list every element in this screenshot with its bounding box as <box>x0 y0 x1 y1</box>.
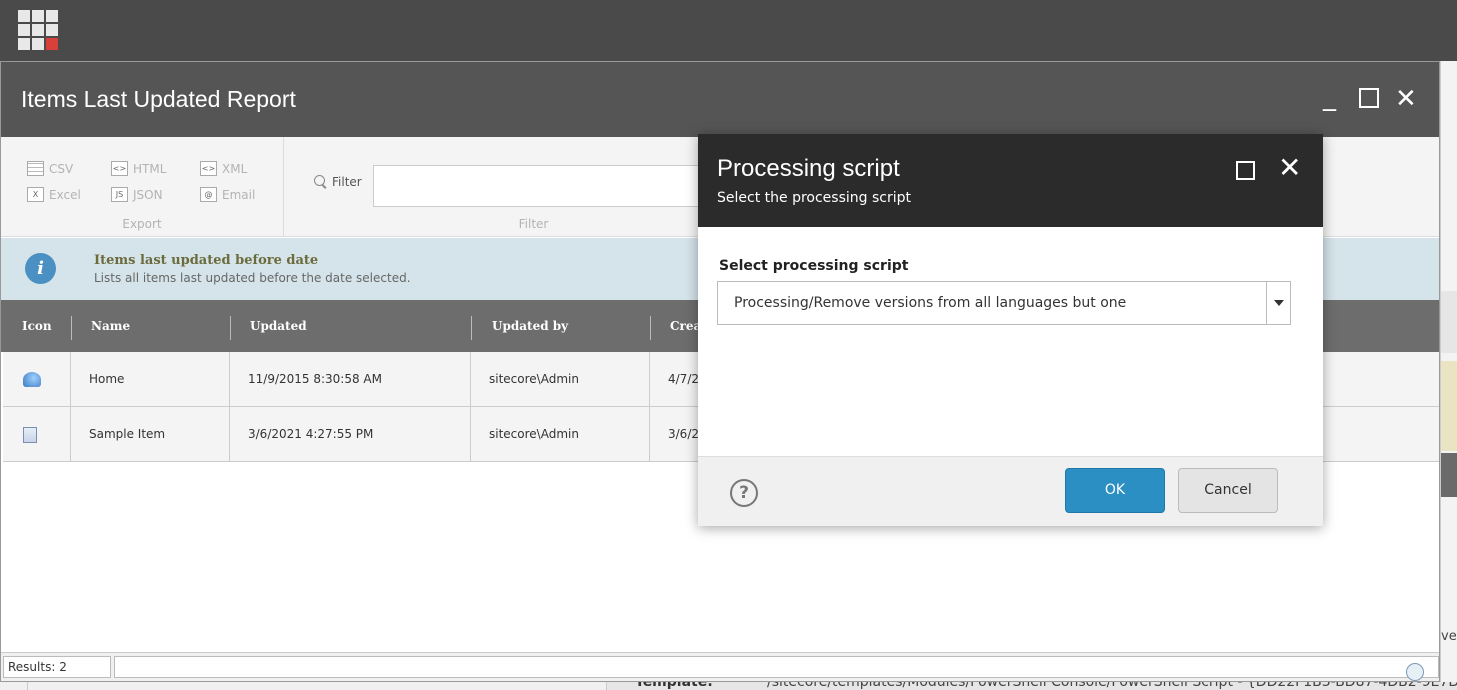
column-header-created[interactable]: Crea <box>670 300 701 352</box>
search-icon <box>314 175 328 189</box>
cell-updated: 11/9/2015 8:30:58 AM <box>230 352 471 407</box>
export-email-button[interactable]: @ Email <box>200 187 255 202</box>
json-icon: JS <box>111 187 128 202</box>
maximize-icon[interactable] <box>1236 161 1255 180</box>
dialog-title: Processing script <box>717 155 900 182</box>
help-icon[interactable]: ? <box>730 479 758 507</box>
select-script-label: Select processing script <box>719 258 909 274</box>
cell-name: Home <box>71 352 230 407</box>
dialog-subtitle: Select the processing script <box>717 190 911 206</box>
export-excel-button[interactable]: X Excel <box>27 187 81 202</box>
report-title: Items Last Updated Report <box>21 86 296 112</box>
processing-script-select[interactable]: Processing/Remove versions from all lang… <box>717 281 1291 325</box>
excel-icon: X <box>27 187 44 202</box>
cell-name: Sample Item <box>71 407 230 462</box>
background-panel-bottom <box>0 682 606 690</box>
export-group-label: Export <box>122 217 162 231</box>
xml-icon: <> <box>200 161 217 176</box>
maximize-icon[interactable] <box>1359 88 1379 108</box>
dialog-header: Processing script Select the processing … <box>698 134 1323 227</box>
top-bar <box>0 0 1457 61</box>
cell-updated-by: sitecore\Admin <box>471 407 650 462</box>
export-csv-button[interactable]: CSV <box>27 161 73 176</box>
html-icon: <> <box>111 161 128 176</box>
cell-updated-by: sitecore\Admin <box>471 352 650 407</box>
column-header-updated[interactable]: Updated <box>250 300 307 352</box>
info-title: Items last updated before date <box>94 253 319 268</box>
report-titlebar: Items Last Updated Report _ ✕ <box>1 62 1439 137</box>
document-icon <box>23 427 37 443</box>
minimize-icon[interactable]: _ <box>1323 84 1336 110</box>
resize-grip-icon[interactable] <box>1406 663 1424 681</box>
export-html-button[interactable]: <> HTML <box>111 161 166 176</box>
export-xml-button[interactable]: <> XML <box>200 161 247 176</box>
info-icon: i <box>25 253 56 284</box>
export-json-button[interactable]: JS JSON <box>111 187 163 202</box>
csv-icon <box>27 161 44 176</box>
close-icon[interactable]: ✕ <box>1278 154 1301 182</box>
select-dropdown-toggle[interactable] <box>1266 282 1290 324</box>
column-header-updated-by[interactable]: Updated by <box>492 300 568 352</box>
dialog-footer: ? OK Cancel <box>698 456 1323 526</box>
column-header-icon[interactable]: Icon <box>22 300 52 352</box>
background-text: ve <box>1441 629 1457 644</box>
column-header-name[interactable]: Name <box>91 300 130 352</box>
template-label: Template: <box>635 682 713 690</box>
processing-script-dialog: Processing script Select the processing … <box>698 134 1323 526</box>
app-grid-icon[interactable] <box>18 10 59 50</box>
close-icon[interactable]: ✕ <box>1395 86 1417 112</box>
ok-button[interactable]: OK <box>1065 468 1165 513</box>
export-group: CSV <> HTML <> XML X Excel JS JSON @ Ema… <box>1 137 284 237</box>
status-field <box>114 656 1439 681</box>
chevron-down-icon <box>1274 300 1284 306</box>
dialog-body: Select processing script Processing/Remo… <box>698 227 1323 456</box>
info-subtitle: Lists all items last updated before the … <box>94 271 411 285</box>
email-icon: @ <box>200 187 217 202</box>
selected-script-value: Processing/Remove versions from all lang… <box>734 295 1127 311</box>
cell-updated: 3/6/2021 4:27:55 PM <box>230 407 471 462</box>
background-template-row: Template: /sitecore/templates/Modules/Po… <box>606 682 1457 690</box>
filter-label: Filter <box>314 175 362 189</box>
home-icon <box>23 372 41 387</box>
template-value: /sitecore/templates/Modules/PowerShell C… <box>767 682 1457 690</box>
results-count: Results: 2 <box>3 656 111 678</box>
cancel-button[interactable]: Cancel <box>1178 468 1278 513</box>
background-panel-right: ve <box>1440 61 1457 690</box>
status-bar: Results: 2 <box>1 652 1439 681</box>
